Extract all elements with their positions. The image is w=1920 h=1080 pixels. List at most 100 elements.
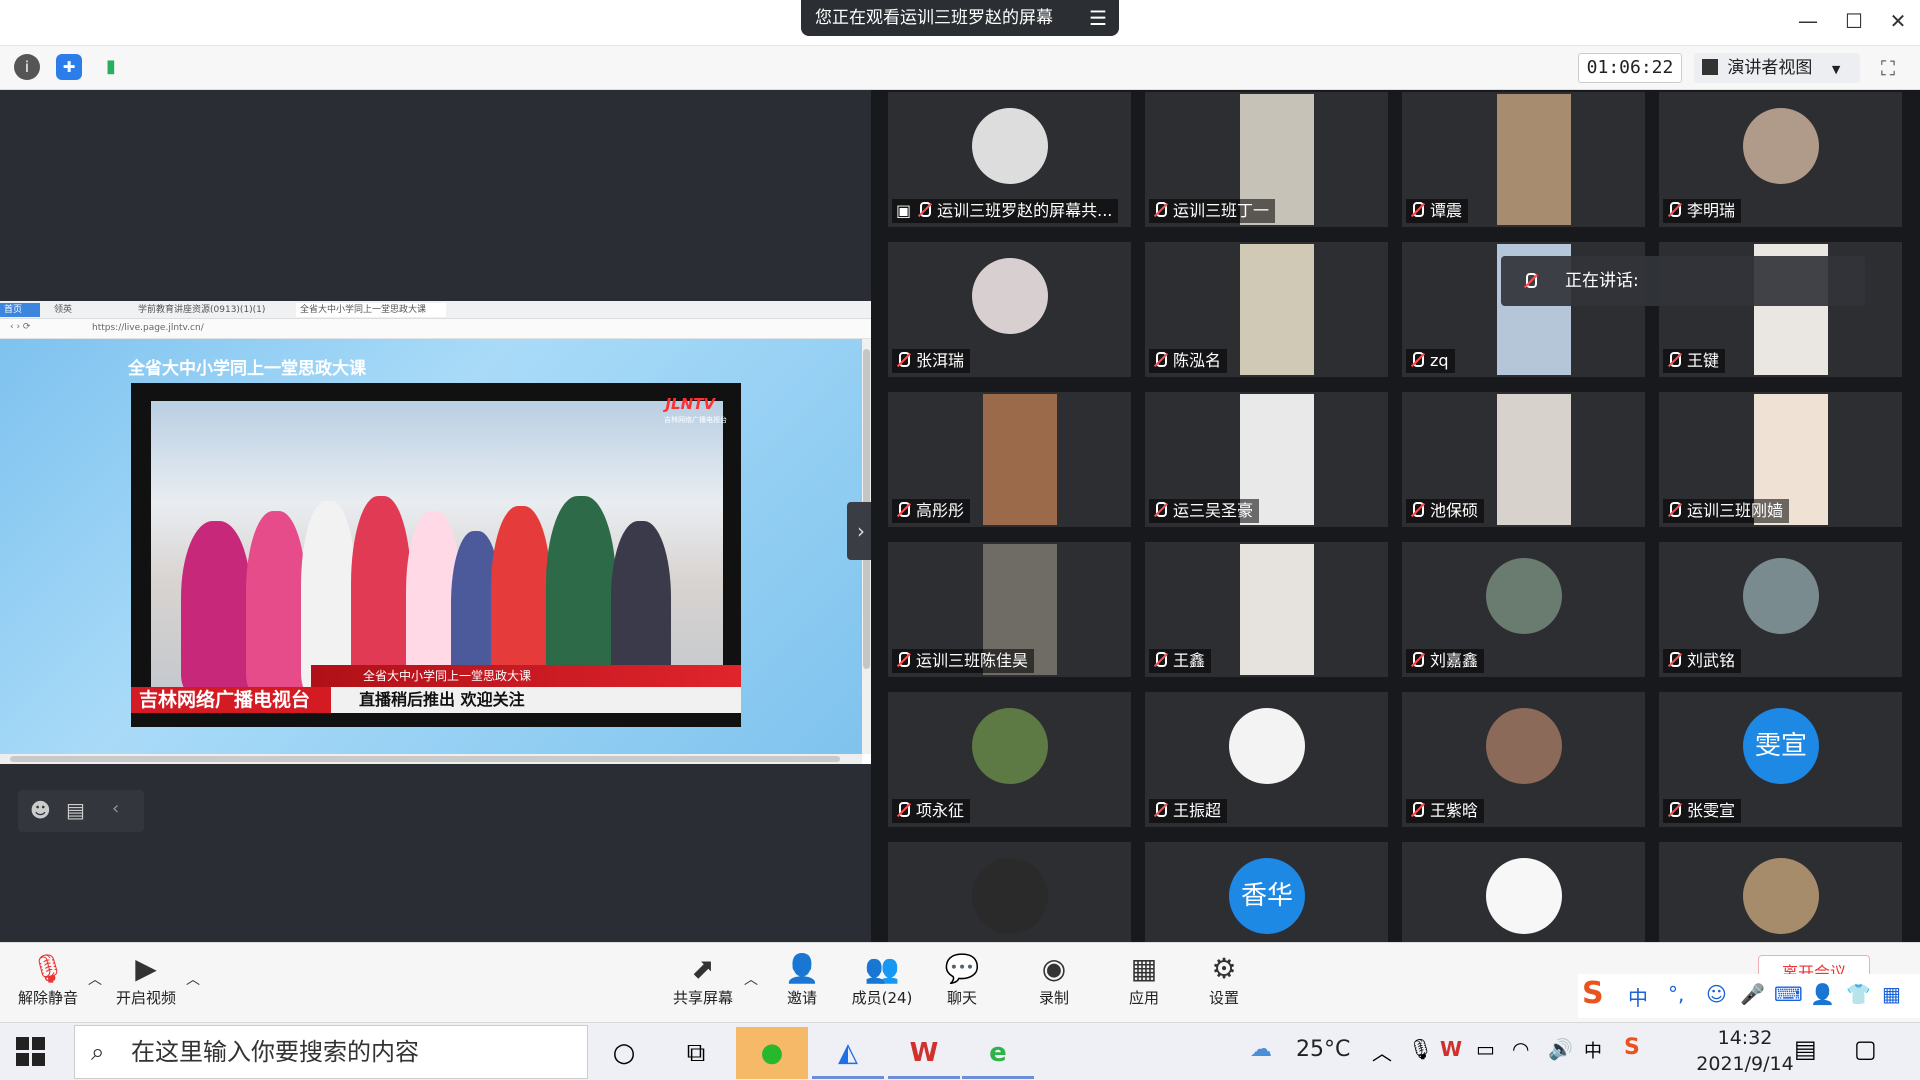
participant-tile[interactable]: 王鑫 xyxy=(1145,542,1388,677)
participant-tile[interactable]: 刘嘉鑫 xyxy=(1402,542,1645,677)
desktop-icon[interactable]: ▢ xyxy=(1854,1035,1877,1063)
wps-tray-icon[interactable]: W xyxy=(1440,1037,1462,1061)
invite-button[interactable]: 👤 邀请 xyxy=(762,951,842,1017)
participant-name: 运训三班丁一 xyxy=(1173,201,1270,220)
apps-grid-icon: ▦ xyxy=(1130,952,1158,985)
apps-button[interactable]: ▦ 应用 xyxy=(1104,951,1184,1017)
record-icon: ◉ xyxy=(1041,952,1067,985)
view-mode-dropdown[interactable]: 演讲者视图 ▼ xyxy=(1694,53,1860,83)
shield-icon[interactable]: ✚ xyxy=(56,54,82,80)
volume-icon[interactable]: 🔊 xyxy=(1548,1037,1573,1061)
ime-indicator[interactable]: 中 xyxy=(1584,1037,1602,1063)
participant-tile[interactable]: 陈泓名 xyxy=(1145,242,1388,377)
members-button[interactable]: 👥 成员(24) xyxy=(842,951,922,1017)
clock-date[interactable]: 2021/9/14 xyxy=(1680,1053,1810,1075)
participant-tile[interactable]: 高彤彤 xyxy=(888,392,1131,527)
participant-tile[interactable]: 李明瑞 xyxy=(1659,92,1902,227)
share-banner[interactable]: 您正在观看运训三班罗赵的屏幕 ☰ xyxy=(801,0,1119,36)
sogou-tray-icon[interactable]: S xyxy=(1624,1035,1640,1060)
tencent-meeting-icon[interactable]: ◭ xyxy=(812,1027,884,1079)
unmute-button[interactable]: 🎙 解除静音 xyxy=(8,951,88,1017)
fullscreen-icon[interactable]: ⛶ xyxy=(1874,55,1902,83)
share-screen-button[interactable]: ⬈ 共享屏幕 xyxy=(663,951,743,1017)
minimize-button[interactable]: — xyxy=(1788,6,1828,36)
wps-icon[interactable]: W xyxy=(888,1027,960,1079)
participant-tile[interactable]: 运训三班刚嫱 xyxy=(1659,392,1902,527)
weather-temp[interactable]: 25°C xyxy=(1296,1037,1350,1062)
participant-tile[interactable]: 运训三班丁一 xyxy=(1145,92,1388,227)
browser-tab[interactable]: 首页 xyxy=(0,303,40,317)
participant-tile[interactable]: 项永征 xyxy=(888,692,1131,827)
chat-button[interactable]: 💬 聊天 xyxy=(922,951,1002,1017)
browser-tab[interactable]: 领英 xyxy=(50,303,130,317)
chevron-left-icon[interactable]: ‹ xyxy=(112,798,119,819)
participant-tile[interactable]: ▣ 运训三班罗赵的屏幕共... xyxy=(888,92,1131,227)
info-icon[interactable]: i xyxy=(14,54,40,80)
browser-e-icon[interactable]: e xyxy=(962,1027,1034,1079)
avatar xyxy=(972,258,1048,334)
browser-tab[interactable]: 学前教育讲座资源(0913)(1)(1) xyxy=(134,303,294,317)
voice-input-icon[interactable]: 🎤 xyxy=(1740,982,1765,1006)
chevron-up-icon[interactable]: ︿ xyxy=(744,969,758,989)
muted-mic-icon xyxy=(1153,202,1167,218)
participant-name-label: 张雯宣 xyxy=(1663,799,1742,823)
participant-tile[interactable] xyxy=(1402,842,1645,942)
start-video-button[interactable]: ▶ 开启视频 xyxy=(106,951,186,1017)
horizontal-scrollbar[interactable] xyxy=(0,754,862,764)
windows-start-icon[interactable] xyxy=(16,1037,46,1067)
ime-punct-toggle[interactable]: °, xyxy=(1668,982,1684,1006)
live-video-player[interactable]: JLNTV 吉林网络广播电视台 全省大中小学同上一堂思政大课 吉林网络广播电视台… xyxy=(131,383,741,727)
maximize-button[interactable]: ☐ xyxy=(1834,6,1874,36)
participant-tile[interactable]: 池保硕 xyxy=(1402,392,1645,527)
taskbar-search-box[interactable]: ⌕ 在这里输入你要搜索的内容 xyxy=(74,1025,588,1079)
user-icon[interactable]: 👤 xyxy=(1810,982,1835,1006)
record-button[interactable]: ◉ 录制 xyxy=(1014,951,1094,1017)
settings-button[interactable]: ⚙ 设置 xyxy=(1184,951,1264,1017)
microphone-icon[interactable]: 🎙 xyxy=(1408,1037,1433,1061)
participant-tile[interactable]: 刘武铭 xyxy=(1659,542,1902,677)
participant-tile[interactable]: 运训三班陈佳昊 xyxy=(888,542,1131,677)
nav-arrows-icon[interactable]: ‹ › ⟳ xyxy=(10,322,30,332)
notification-icon[interactable]: ▤ xyxy=(1794,1035,1817,1063)
participant-tile[interactable]: 张洱瑞 xyxy=(888,242,1131,377)
keyboard-icon[interactable]: ⌨ xyxy=(1774,982,1803,1006)
browser-address-bar[interactable]: ‹ › ⟳ https://live.page.jlntv.cn/ xyxy=(0,319,871,339)
emoji-icon[interactable]: ☺ xyxy=(1706,982,1727,1006)
chevron-up-icon[interactable]: ︿ xyxy=(88,969,102,989)
clock-time[interactable]: 14:32 xyxy=(1700,1027,1790,1049)
chat-bubble-icon[interactable]: ▤ xyxy=(66,798,85,822)
skin-icon[interactable]: 👕 xyxy=(1846,982,1871,1006)
wifi-icon[interactable]: ◠ xyxy=(1512,1037,1529,1061)
sogou-logo-icon[interactable]: S xyxy=(1582,976,1604,1011)
participant-tile[interactable]: 谭震 xyxy=(1402,92,1645,227)
video-lower-third: 全省大中小学同上一堂思政大课 吉林网络广播电视台 直播稍后推出 欢迎关注 xyxy=(131,661,741,713)
chevron-up-icon[interactable]: ︿ xyxy=(186,969,200,989)
sogou-ime-toolbar: S 中 °, ☺ 🎤 ⌨ 👤 👕 ▦ xyxy=(1578,974,1920,1018)
wechat-icon[interactable]: ● xyxy=(736,1027,808,1079)
toolbox-icon[interactable]: ▦ xyxy=(1882,982,1901,1006)
menu-icon[interactable]: ☰ xyxy=(1089,0,1107,36)
battery-icon[interactable]: ▭ xyxy=(1476,1037,1495,1061)
ime-lang-toggle[interactable]: 中 xyxy=(1628,982,1648,1011)
signal-icon[interactable]: ▮ xyxy=(98,54,124,80)
participant-name: 陈泓名 xyxy=(1173,351,1222,370)
cortana-icon[interactable]: ○ xyxy=(588,1027,660,1079)
browser-tab-strip: 首页 领英 学前教育讲座资源(0913)(1)(1) 全省大中小学同上一堂思政大… xyxy=(0,301,871,319)
browser-tab-active[interactable]: 全省大中小学同上一堂思政大课 xyxy=(296,303,446,317)
avatar: 雯宣 xyxy=(1743,708,1819,784)
participant-tile[interactable] xyxy=(1659,842,1902,942)
participant-tile[interactable]: 香华 xyxy=(1145,842,1388,942)
participant-tile[interactable] xyxy=(888,842,1131,942)
emoji-icon[interactable]: ☻ xyxy=(30,798,51,822)
participant-tile[interactable]: 王振超 xyxy=(1145,692,1388,827)
participant-name-label: 刘嘉鑫 xyxy=(1406,649,1485,673)
participant-tile[interactable]: 王紫晗 xyxy=(1402,692,1645,827)
task-view-icon[interactable]: ⧉ xyxy=(660,1027,732,1079)
weather-icon: ☁ xyxy=(1250,1037,1272,1062)
close-button[interactable]: ✕ xyxy=(1878,6,1918,36)
avatar xyxy=(1486,708,1562,784)
participant-tile[interactable]: 雯宣 张雯宣 xyxy=(1659,692,1902,827)
chevron-up-icon[interactable]: ︿ xyxy=(1372,1037,1392,1066)
participant-tile[interactable]: 运三吴圣豪 xyxy=(1145,392,1388,527)
video-feed xyxy=(983,394,1057,525)
